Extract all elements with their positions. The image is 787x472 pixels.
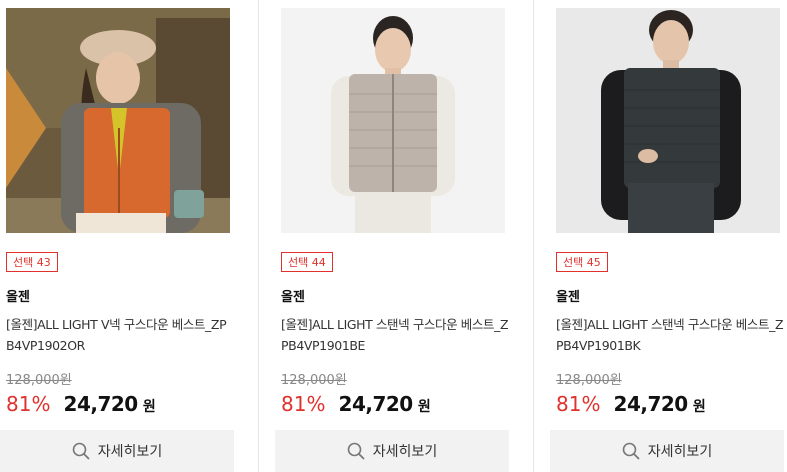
product-card[interactable]: 선택 44 올젠 [올젠]ALL LIGHT 스탠넥 구스다운 베스트_ZPB4… [275,0,509,472]
search-icon [72,442,90,460]
discount-rate: 81% [6,392,51,416]
product-photo-orange-vest [6,8,230,233]
brand-name: 올젠 [281,290,305,305]
view-details-label: 자세히보기 [97,444,163,460]
original-price: 128,000원 [6,373,72,388]
currency-unit: 원 [692,399,706,415]
sale-price: 24,720 [613,392,689,416]
product-card[interactable]: 선택 45 올젠 [올젠]ALL LIGHT 스탠넥 구스다운 베스트_ZPB4… [550,0,784,472]
search-icon [622,442,640,460]
price-row: 81% 24,720 원 [281,392,431,416]
discount-rate: 81% [556,392,601,416]
currency-unit: 원 [417,399,431,415]
price-row: 81% 24,720 원 [556,392,706,416]
view-details-button[interactable]: 자세히보기 [0,430,234,472]
product-name[interactable]: [올젠]ALL LIGHT V넥 구스다운 베스트_ZPB4VP1902OR [6,314,234,356]
search-icon [347,442,365,460]
product-image[interactable] [6,8,230,233]
brand-name: 올젠 [6,290,30,305]
view-details-label: 자세히보기 [372,444,438,460]
view-details-button[interactable]: 자세히보기 [275,430,509,472]
sale-price: 24,720 [338,392,414,416]
original-price: 128,000원 [281,373,347,388]
product-name[interactable]: [올젠]ALL LIGHT 스탠넥 구스다운 베스트_ZPB4VP1901BE [281,314,509,356]
price-row: 81% 24,720 원 [6,392,156,416]
brand-name: 올젠 [556,290,580,305]
sale-price: 24,720 [63,392,139,416]
card-divider [258,0,259,472]
option-badge: 선택 45 [556,252,608,272]
product-photo-beige-vest [281,8,505,233]
discount-rate: 81% [281,392,326,416]
product-image[interactable] [556,8,780,233]
view-details-button[interactable]: 자세히보기 [550,430,784,472]
original-price: 128,000원 [556,373,622,388]
product-photo-black-vest [556,8,780,233]
view-details-label: 자세히보기 [647,444,713,460]
product-name[interactable]: [올젠]ALL LIGHT 스탠넥 구스다운 베스트_ZPB4VP1901BK [556,314,784,356]
card-divider [533,0,534,472]
option-badge: 선택 44 [281,252,333,272]
product-image[interactable] [281,8,505,233]
product-card[interactable]: 선택 43 올젠 [올젠]ALL LIGHT V넥 구스다운 베스트_ZPB4V… [0,0,234,472]
currency-unit: 원 [142,399,156,415]
option-badge: 선택 43 [6,252,58,272]
